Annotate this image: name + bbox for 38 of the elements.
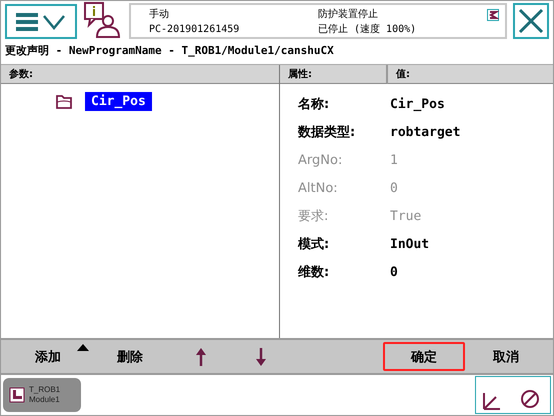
property-label: 要求: bbox=[298, 208, 330, 225]
parameter-item[interactable]: Cir_Pos bbox=[85, 92, 152, 111]
property-value[interactable]: robtarget bbox=[390, 124, 460, 140]
column-header: 属性: bbox=[280, 65, 388, 84]
mode-text: 手动 bbox=[149, 8, 170, 22]
property-label: 数据类型: bbox=[298, 124, 356, 141]
close-button[interactable] bbox=[513, 3, 549, 39]
command-button[interactable]: 删除 bbox=[89, 342, 171, 371]
controller-name: PC-201901261459 bbox=[149, 24, 240, 35]
property-value[interactable]: Cir_Pos bbox=[390, 96, 445, 112]
breadcrumb-title: 更改声明 - NewProgramName - T_ROB1/Module1/canshuCX bbox=[4, 43, 335, 59]
program-icon bbox=[9, 387, 25, 403]
safety-status: 防护装置停止 bbox=[318, 8, 379, 20]
menu-caret-icon bbox=[77, 344, 89, 351]
property-label: 模式: bbox=[298, 236, 330, 253]
property-label: ArgNo: bbox=[298, 152, 344, 168]
property-value[interactable]: 0 bbox=[390, 264, 398, 280]
quickset-button[interactable] bbox=[475, 376, 551, 414]
command-button[interactable]: 取消 bbox=[465, 342, 547, 371]
run-state: 已停止 (速度 100%) bbox=[318, 22, 418, 36]
column-header: 参数: bbox=[1, 65, 279, 84]
module-name: Module1 bbox=[29, 395, 60, 405]
folder-icon bbox=[55, 94, 73, 110]
close-icon bbox=[516, 6, 546, 36]
up-arrow-icon bbox=[195, 346, 207, 366]
main-menu-button[interactable] bbox=[5, 4, 77, 38]
task-name: T_ROB1 bbox=[29, 385, 60, 395]
status-icon bbox=[487, 9, 499, 21]
down-arrow-icon bbox=[255, 346, 267, 366]
property-value[interactable]: InOut bbox=[390, 236, 430, 252]
property-label: 维数: bbox=[298, 264, 330, 281]
column-header: 值: bbox=[388, 65, 553, 84]
property-label: 名称: bbox=[298, 96, 330, 113]
taskbar-window-button[interactable]: T_ROB1 Module1 bbox=[3, 378, 81, 412]
property-label: AltNo: bbox=[298, 180, 339, 196]
command-button[interactable]: 添加 bbox=[7, 342, 89, 371]
command-button[interactable]: 确定 bbox=[383, 342, 465, 371]
operator-info-icon[interactable] bbox=[83, 1, 123, 41]
